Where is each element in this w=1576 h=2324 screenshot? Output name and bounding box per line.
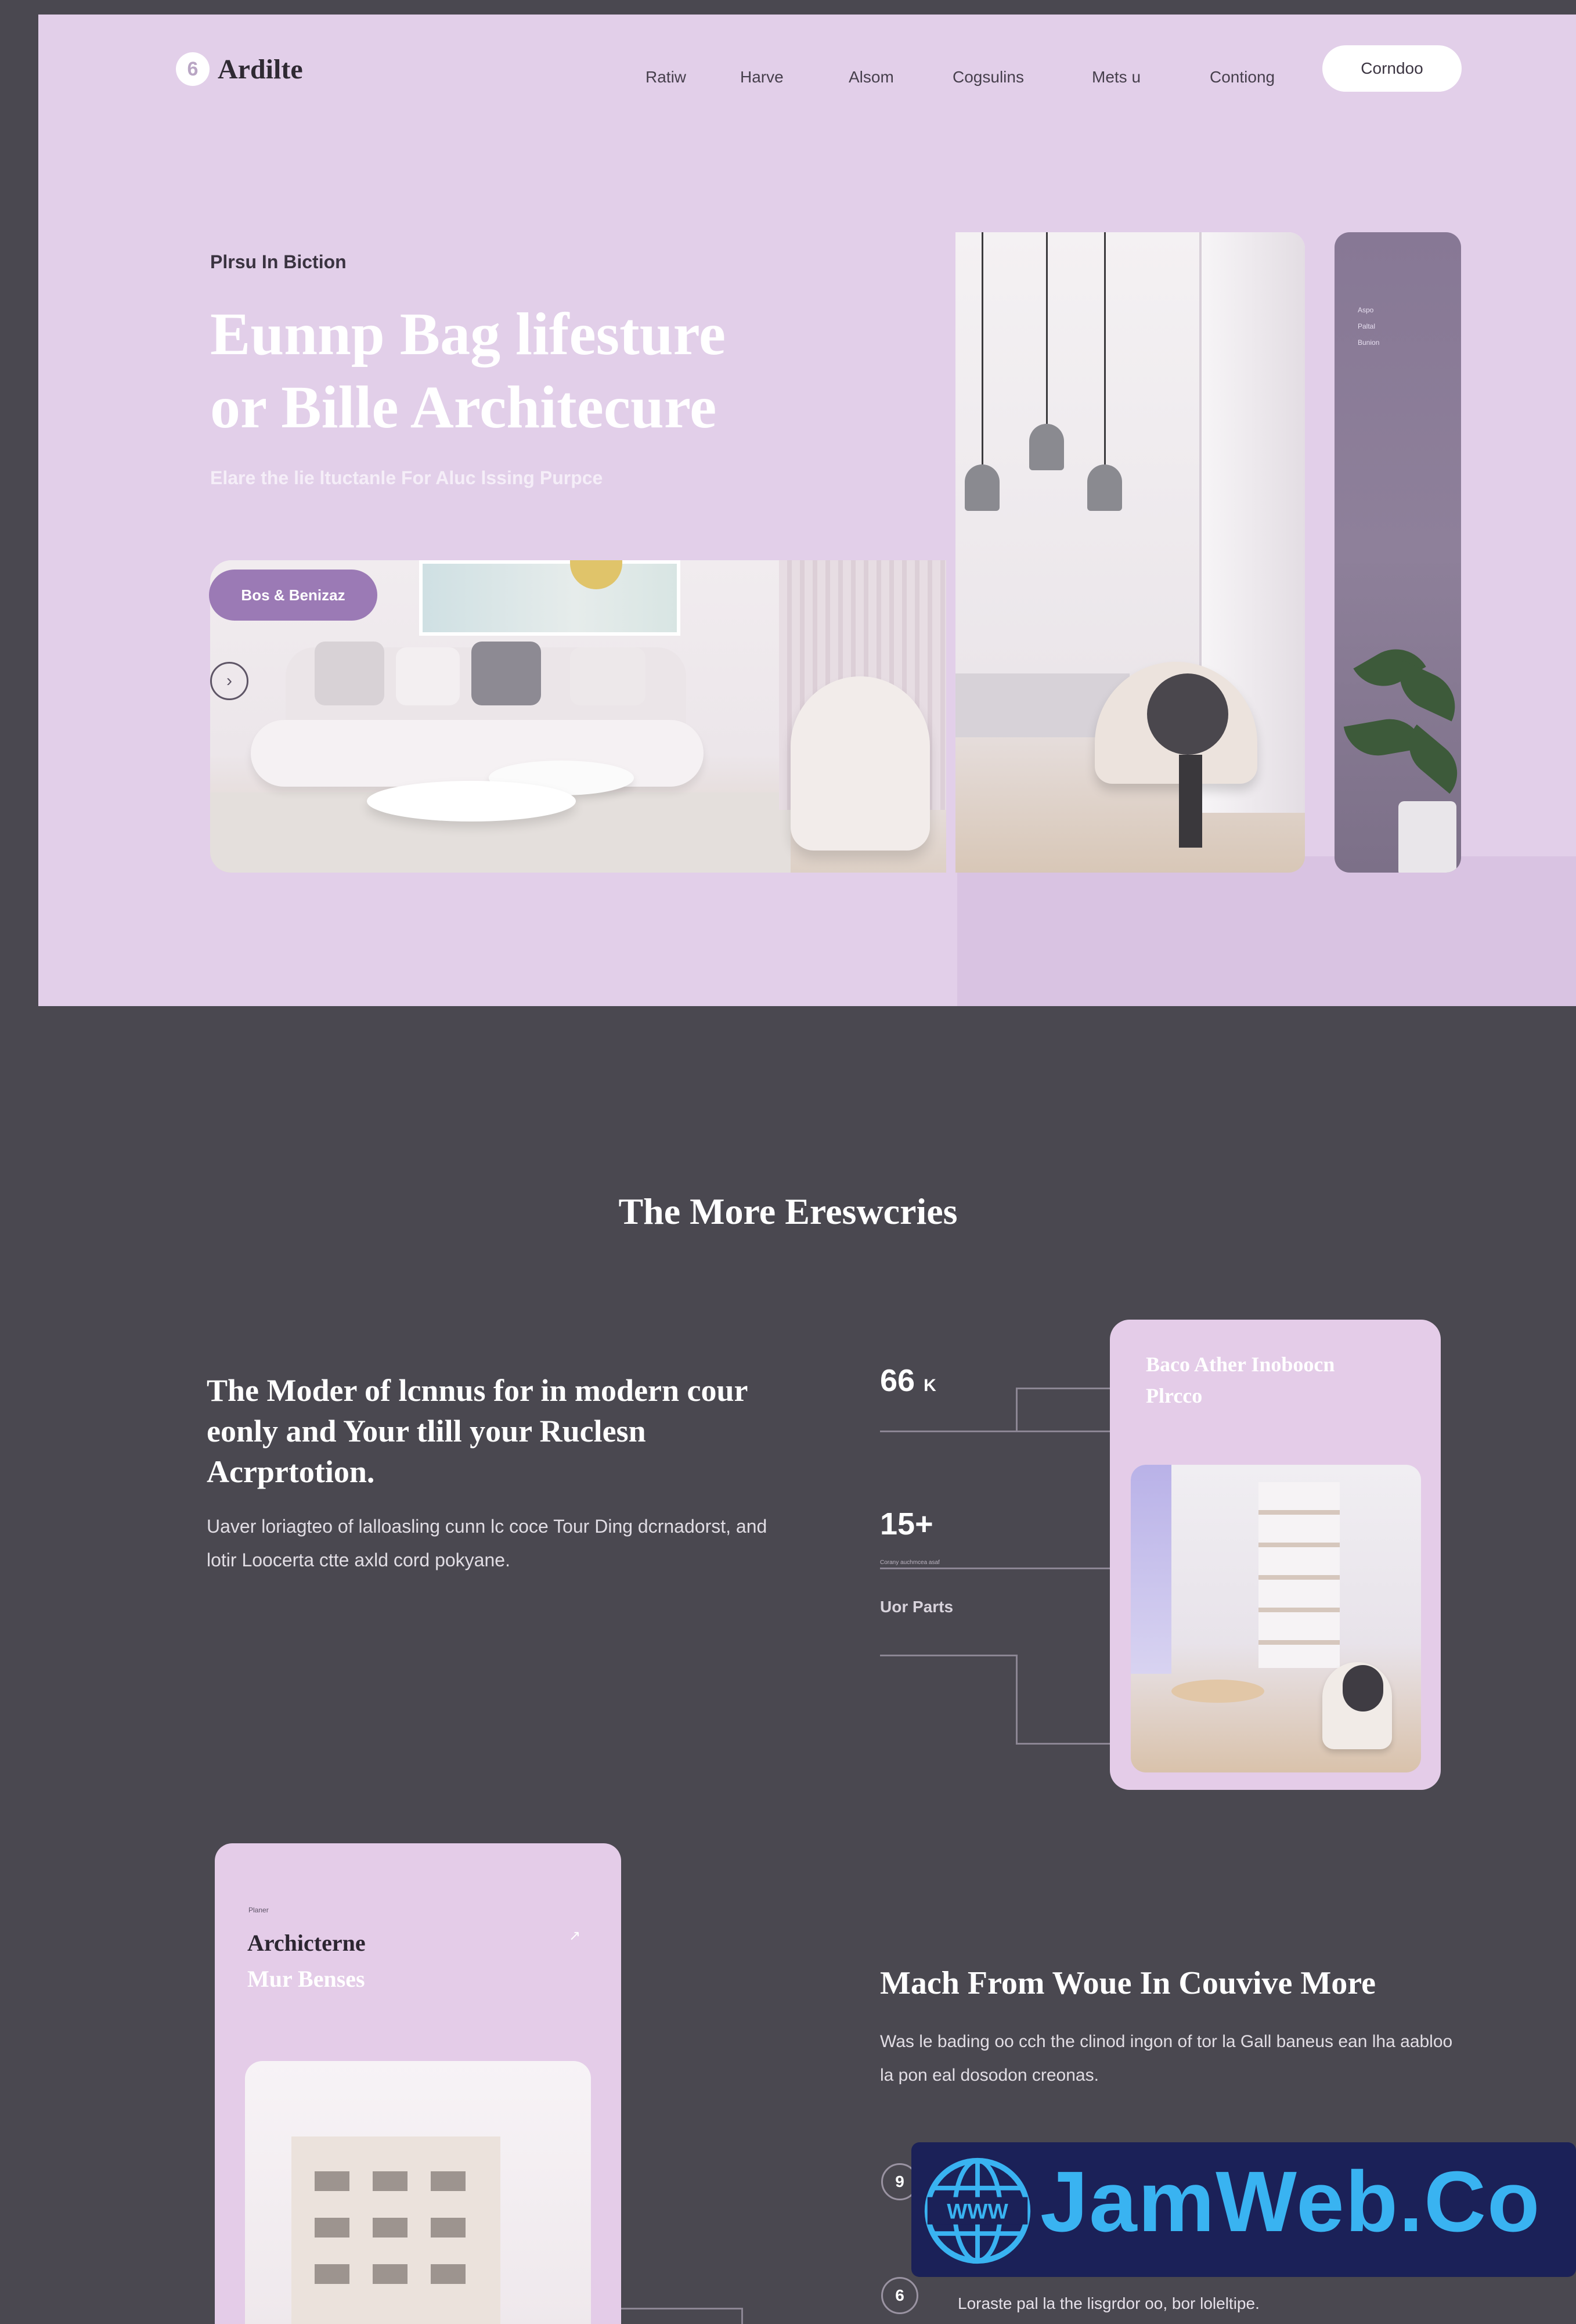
stat-connector bbox=[1016, 1388, 1018, 1431]
cushion bbox=[570, 647, 645, 705]
hero-subtitle: Elare the lie ltuctanle For Aluc lssing … bbox=[210, 467, 603, 488]
hall-chair-leg bbox=[1179, 755, 1202, 848]
building-window bbox=[315, 2171, 349, 2191]
hero-eyebrow: Plrsu In Biction bbox=[210, 251, 347, 272]
feature-card-1[interactable]: Baco Ather Inoboocn Plrcco bbox=[1110, 1320, 1441, 1790]
card2-tiny-label: Planer bbox=[248, 1906, 269, 1914]
building-window bbox=[431, 2264, 466, 2284]
building-window bbox=[431, 2171, 466, 2191]
nav-item-4[interactable]: Cogsulins bbox=[953, 68, 1024, 87]
card1-interior-image bbox=[1131, 1465, 1421, 1772]
logo[interactable]: 6 Ardilte bbox=[176, 52, 303, 86]
card2-title: Archicterne bbox=[247, 1930, 366, 1956]
stat-unit: K bbox=[924, 1376, 936, 1395]
nav-cta-button[interactable]: Corndoo bbox=[1322, 45, 1462, 92]
hall-image bbox=[955, 232, 1305, 873]
stat-caption: Uor Parts bbox=[880, 1598, 954, 1616]
hall-chair-cushion bbox=[1147, 673, 1228, 755]
nav-item-6[interactable]: Contiong bbox=[1210, 68, 1275, 87]
nav-item-1[interactable]: Ratiw bbox=[645, 68, 686, 87]
globe-icon: WWW bbox=[924, 2157, 1031, 2264]
pendant-lamp-icon bbox=[1029, 424, 1064, 470]
stat-number: 66 bbox=[880, 1363, 915, 1398]
hero-title-line2: or Bille Architecure bbox=[210, 374, 717, 441]
building-window bbox=[373, 2264, 407, 2284]
cushion bbox=[396, 647, 460, 705]
pendant-wire bbox=[1046, 232, 1048, 424]
scroll-arrow-icon[interactable]: › bbox=[210, 662, 248, 700]
hero-title-line1: Eunnp Bag lifesture bbox=[210, 301, 726, 367]
stat-value-2: 15+ bbox=[880, 1507, 933, 1541]
pendant-lamp-icon bbox=[1087, 464, 1122, 511]
feature2-heading: Mach From Woue In Couvive More bbox=[880, 1965, 1376, 2001]
feature1-heading: The Moder of lcnnus for in modern cour e… bbox=[207, 1373, 748, 1489]
chair-cushion bbox=[1343, 1665, 1383, 1712]
nav-item-3[interactable]: Alsom bbox=[849, 68, 894, 87]
planter bbox=[1398, 801, 1456, 873]
armchair bbox=[791, 676, 930, 851]
hero-shade bbox=[957, 856, 1576, 1006]
card1-title: Baco Ather Inoboocn Plrcco bbox=[1146, 1353, 1335, 1407]
arrow-icon[interactable]: ↗ bbox=[569, 1927, 580, 1944]
cushion bbox=[471, 642, 541, 705]
side-panel-text: Aspo Paltal Bunion bbox=[1358, 302, 1379, 351]
building-window bbox=[373, 2218, 407, 2237]
logo-icon: 6 bbox=[176, 52, 210, 86]
coffee-table bbox=[367, 781, 576, 821]
hero-section: 6 Ardilte Ratiw Harve Alsom Cogsulins Me… bbox=[38, 15, 1576, 1006]
nav-item-2[interactable]: Harve bbox=[740, 68, 784, 87]
pendant-lamp-icon bbox=[965, 464, 1000, 511]
globe-label: WWW bbox=[947, 2199, 1008, 2224]
side-panel-line: Aspo bbox=[1358, 306, 1374, 314]
building-window bbox=[315, 2218, 349, 2237]
building-window bbox=[431, 2218, 466, 2237]
side-panel-line: Bunion bbox=[1358, 338, 1380, 347]
stat-divider bbox=[880, 1568, 1110, 1569]
bookshelf bbox=[1258, 1482, 1340, 1668]
cushion bbox=[315, 642, 384, 705]
logo-text: Ardilte bbox=[218, 53, 303, 85]
feature-card-2[interactable]: Planer Archicterne Mur Benses ↗ bbox=[215, 1843, 621, 2324]
stat-connector bbox=[1016, 1388, 1110, 1389]
feature1-body: Uaver loriagteo of lalloasling cunn lc c… bbox=[207, 1516, 767, 1570]
watermark-badge: WWW JamWeb.Co bbox=[911, 2142, 1576, 2277]
pendant-wire bbox=[982, 232, 983, 464]
table bbox=[1171, 1680, 1264, 1703]
stat-tiny-caption: Corany auchmcea asaf bbox=[880, 1559, 940, 1566]
side-panel-line: Paltal bbox=[1358, 322, 1376, 330]
stat-connector bbox=[1016, 1743, 1110, 1745]
hero-cta-button[interactable]: Bos & Benizaz bbox=[209, 570, 377, 621]
hero-title: Eunnp Bag lifesture or Bille Architecure bbox=[210, 298, 878, 444]
building-window bbox=[373, 2171, 407, 2191]
section-title: The More Ereswcries bbox=[618, 1191, 958, 1232]
step-text-2: Loraste pal la the lisgrdor oo, bor lole… bbox=[958, 2294, 1260, 2312]
building-window bbox=[315, 2264, 349, 2284]
side-panel-image: Aspo Paltal Bunion bbox=[1335, 232, 1461, 873]
card2-subtitle: Mur Benses bbox=[247, 1966, 365, 1992]
window bbox=[1131, 1465, 1171, 1674]
building-image bbox=[245, 2061, 591, 2324]
watermark-text: JamWeb.Co bbox=[1040, 2154, 1541, 2250]
step-number-2: 6 bbox=[881, 2277, 918, 2314]
stat-divider bbox=[880, 1655, 1016, 1656]
stat-connector bbox=[1016, 1655, 1018, 1745]
nav-item-5[interactable]: Mets u bbox=[1092, 68, 1141, 87]
card2-connector bbox=[741, 2308, 743, 2324]
stat-value-1: 66 K bbox=[880, 1363, 936, 1399]
stat-divider bbox=[880, 1431, 1110, 1432]
wall-art bbox=[419, 560, 680, 636]
sofa-seat bbox=[251, 720, 704, 787]
pendant-wire bbox=[1104, 232, 1106, 464]
card2-connector bbox=[621, 2308, 743, 2309]
feature2-body: Was le bading oo cch the clinod ingon of… bbox=[880, 2032, 1453, 2085]
